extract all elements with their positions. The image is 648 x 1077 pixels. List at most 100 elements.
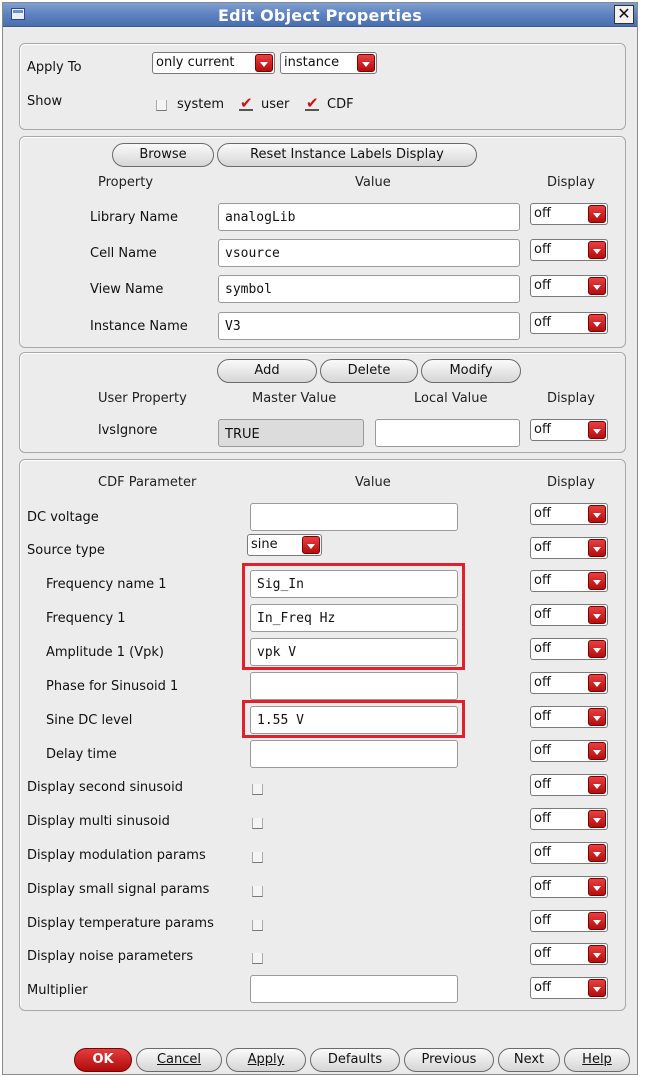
library-name-field[interactable]: analogLib	[218, 203, 520, 231]
cdf-display-header: Display	[547, 475, 595, 490]
lvsignore-label: lvsIgnore	[98, 423, 158, 438]
help-button[interactable]: Help	[564, 1048, 630, 1072]
chevron-down-icon	[588, 878, 606, 896]
chevron-down-icon	[255, 54, 273, 72]
modulation-params-checkbox[interactable]	[252, 852, 263, 863]
properties-group: Browse Reset Instance Labels Display Pro…	[19, 136, 626, 348]
frequency-name-display-select[interactable]: off	[530, 570, 608, 592]
library-name-display-select[interactable]: off	[530, 203, 608, 225]
view-name-display-select[interactable]: off	[530, 275, 608, 297]
chevron-down-icon	[588, 314, 606, 332]
delete-button[interactable]: Delete	[320, 359, 418, 383]
source-type-display-select[interactable]: off	[530, 537, 608, 559]
second-sinusoid-label: Display second sinusoid	[27, 780, 183, 795]
highlight-box-frequency-amplitude	[242, 563, 465, 670]
system-label: system	[177, 97, 224, 112]
multi-sinusoid-display-select[interactable]: off	[530, 808, 608, 830]
chevron-down-icon	[588, 708, 606, 726]
instance-name-label: Instance Name	[90, 319, 188, 334]
ok-button[interactable]: OK	[74, 1048, 132, 1072]
amplitude-display-select[interactable]: off	[530, 638, 608, 660]
scope-select[interactable]: instance	[280, 52, 377, 74]
chevron-down-icon	[588, 205, 606, 223]
noise-params-display-select[interactable]: off	[530, 943, 608, 965]
sine-dc-level-label: Sine DC level	[46, 713, 133, 728]
defaults-button[interactable]: Defaults	[310, 1048, 400, 1072]
add-button[interactable]: Add	[217, 359, 317, 383]
chevron-down-icon	[302, 536, 320, 554]
chevron-down-icon	[588, 505, 606, 523]
phase-display-select[interactable]: off	[530, 672, 608, 694]
phase-label: Phase for Sinusoid 1	[46, 679, 179, 694]
multiplier-display-select[interactable]: off	[530, 977, 608, 999]
chevron-down-icon	[588, 742, 606, 760]
view-name-label: View Name	[90, 282, 164, 297]
system-checkbox[interactable]	[156, 100, 167, 111]
next-button[interactable]: Next	[498, 1048, 560, 1072]
delay-time-field[interactable]	[250, 740, 458, 768]
apply-show-group: Apply To only current instance Show syst…	[19, 43, 626, 130]
delay-time-display-select[interactable]: off	[530, 740, 608, 762]
modulation-params-label: Display modulation params	[27, 848, 206, 863]
temperature-params-label: Display temperature params	[27, 916, 214, 931]
noise-params-checkbox[interactable]	[252, 953, 263, 964]
instance-name-field[interactable]: V3	[218, 312, 520, 340]
source-type-label: Source type	[27, 543, 105, 558]
show-label: Show	[27, 94, 63, 109]
cdf-parameter-group: CDF Parameter Value Display DC voltage o…	[19, 459, 626, 1011]
sine-dc-level-display-select[interactable]: off	[530, 706, 608, 728]
view-name-field[interactable]: symbol	[218, 275, 520, 303]
delay-time-label: Delay time	[46, 747, 117, 762]
chevron-down-icon	[588, 539, 606, 557]
edit-object-properties-dialog: Edit Object Properties ✕ Apply To only c…	[2, 2, 638, 1075]
lvsignore-display-select[interactable]: off	[530, 419, 608, 441]
second-sinusoid-checkbox[interactable]	[252, 784, 263, 795]
display-header: Display	[547, 391, 595, 406]
cancel-button[interactable]: Cancel	[136, 1048, 222, 1072]
chevron-down-icon	[588, 606, 606, 624]
frequency-display-select[interactable]: off	[530, 604, 608, 626]
phase-field[interactable]	[250, 672, 458, 700]
reset-labels-button[interactable]: Reset Instance Labels Display	[217, 143, 477, 167]
cell-name-field[interactable]: vsource	[218, 239, 520, 267]
chevron-down-icon	[588, 572, 606, 590]
dc-voltage-field[interactable]	[250, 503, 458, 531]
close-icon[interactable]: ✕	[614, 5, 634, 24]
small-signal-params-checkbox[interactable]	[252, 886, 263, 897]
small-signal-params-display-select[interactable]: off	[530, 876, 608, 898]
chevron-down-icon	[588, 844, 606, 862]
cdf-value-header: Value	[355, 475, 391, 490]
local-value-header: Local Value	[414, 391, 488, 406]
previous-button[interactable]: Previous	[404, 1048, 494, 1072]
chevron-down-icon	[588, 277, 606, 295]
cell-name-label: Cell Name	[90, 246, 157, 261]
apply-to-select[interactable]: only current	[152, 52, 275, 74]
dc-voltage-display-select[interactable]: off	[530, 503, 608, 525]
small-signal-params-label: Display small signal params	[27, 882, 210, 897]
chevron-down-icon	[588, 640, 606, 658]
source-type-select[interactable]: sine	[247, 534, 322, 556]
modulation-params-display-select[interactable]: off	[530, 842, 608, 864]
highlight-box-sine-dc	[242, 700, 465, 738]
multi-sinusoid-checkbox[interactable]	[252, 818, 263, 829]
browse-button[interactable]: Browse	[112, 143, 214, 167]
cdf-checkbox[interactable]: ✔	[305, 96, 320, 111]
apply-to-label: Apply To	[27, 60, 82, 75]
cell-name-display-select[interactable]: off	[530, 239, 608, 261]
apply-button[interactable]: Apply	[226, 1048, 306, 1072]
temperature-params-checkbox[interactable]	[252, 920, 263, 931]
chevron-down-icon	[357, 54, 375, 72]
second-sinusoid-display-select[interactable]: off	[530, 774, 608, 796]
value-header: Value	[355, 175, 391, 190]
chevron-down-icon	[588, 810, 606, 828]
temperature-params-display-select[interactable]: off	[530, 910, 608, 932]
instance-name-display-select[interactable]: off	[530, 312, 608, 334]
cdf-label: CDF	[327, 97, 354, 112]
lvsignore-local-field[interactable]	[375, 419, 520, 447]
title-bar[interactable]: Edit Object Properties ✕	[3, 3, 637, 27]
cdf-parameter-header: CDF Parameter	[98, 475, 197, 490]
chevron-down-icon	[588, 674, 606, 692]
multiplier-field[interactable]	[250, 975, 458, 1003]
modify-button[interactable]: Modify	[421, 359, 521, 383]
user-checkbox[interactable]: ✔	[239, 96, 254, 111]
